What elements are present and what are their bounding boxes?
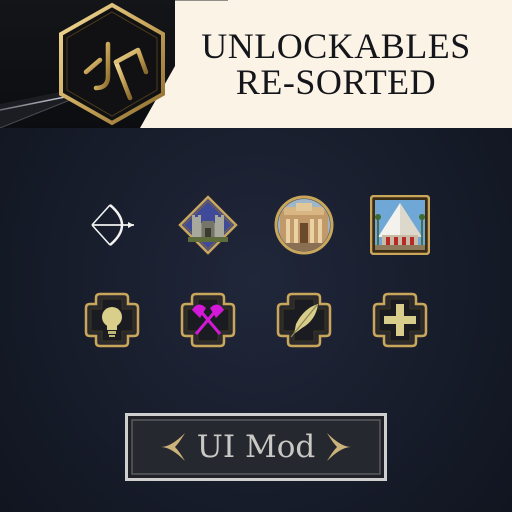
bow-icon[interactable] — [82, 195, 142, 255]
fortress-icon[interactable] — [178, 195, 238, 255]
lightbulb-icon[interactable] — [82, 290, 142, 350]
palace-icon[interactable] — [274, 195, 334, 255]
jn-monogram-logo — [59, 2, 165, 126]
title-line-1: UNLOCKABLES — [201, 26, 471, 66]
feather-quill-icon[interactable] — [274, 290, 334, 350]
ui-mod-button[interactable]: UI Mod — [125, 413, 387, 481]
ui-mod-label: UI Mod — [196, 429, 316, 465]
plus-icon[interactable] — [370, 290, 430, 350]
title-line-2: RE-SORTED — [235, 62, 437, 102]
page-title: UNLOCKABLES RE-SORTED — [176, 28, 496, 100]
crossed-axes-icon[interactable] — [178, 290, 238, 350]
pyramid-icon[interactable] — [370, 195, 430, 255]
